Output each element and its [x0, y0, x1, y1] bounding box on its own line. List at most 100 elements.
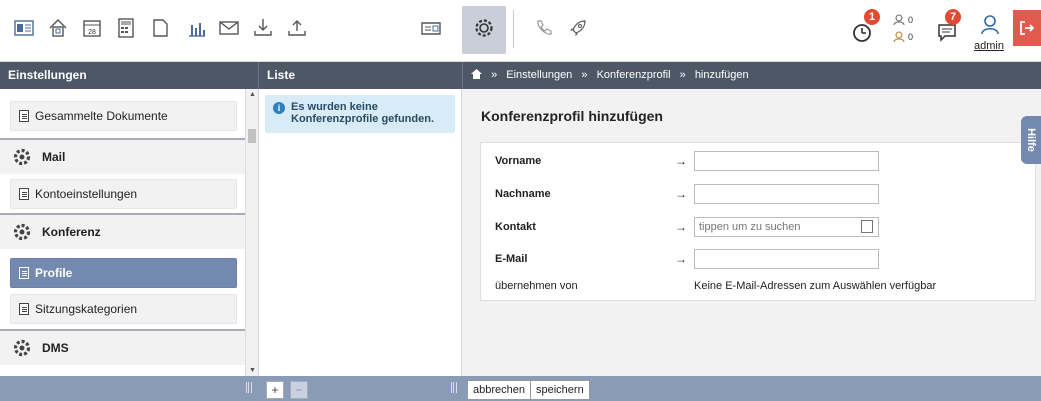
- chart-icon[interactable]: [183, 12, 211, 44]
- envelope-icon[interactable]: [215, 12, 243, 44]
- arrow-icon: →: [675, 252, 687, 266]
- sidebar-scrollbar[interactable]: ▲ ▼: [245, 89, 258, 376]
- scrollbar-thumb[interactable]: [248, 129, 256, 143]
- remove-button[interactable]: −: [290, 381, 308, 399]
- home-icon[interactable]: [471, 69, 485, 81]
- field-label: Nachname: [495, 188, 551, 200]
- help-tab[interactable]: Hilfe: [1021, 116, 1041, 164]
- form-row-kontakt: Kontakt →: [495, 217, 1025, 237]
- user-icon: [893, 14, 905, 26]
- sidebar-item-label: Gesammelte Dokumente: [35, 109, 168, 123]
- sidebar-item-gesammelte-dokumente[interactable]: Gesammelte Dokumente: [10, 101, 237, 131]
- document-icon: [19, 303, 29, 315]
- page-title: Konferenzprofil hinzufügen: [481, 108, 663, 124]
- sidebar-section-label: DMS: [42, 341, 69, 355]
- logout-button[interactable]: [1013, 10, 1041, 46]
- nachname-input[interactable]: [694, 184, 879, 204]
- download-icon[interactable]: [249, 12, 277, 44]
- email-input[interactable]: [694, 249, 879, 269]
- save-button[interactable]: speichern: [530, 380, 590, 400]
- logout-icon: [1020, 21, 1035, 35]
- gear-icon: [13, 339, 31, 357]
- uebernehmen-value: Keine E-Mail-Adressen zum Auswählen verf…: [694, 280, 937, 292]
- toolbar-separator: [513, 10, 514, 48]
- contact-search-input[interactable]: [694, 217, 879, 237]
- card-icon[interactable]: [417, 12, 445, 44]
- list-panel: i Es wurden keine Konferenzprofile gefun…: [258, 89, 462, 376]
- field-label: übernehmen von: [495, 280, 578, 292]
- form-panel: Konferenzprofil hinzufügen Vorname → Nac…: [462, 89, 1041, 376]
- timer-badge: 1: [864, 9, 880, 25]
- scroll-up-icon[interactable]: ▲: [249, 91, 256, 98]
- sidebar-section-konferenz[interactable]: Konferenz: [0, 213, 245, 249]
- form-row-email: E-Mail →: [495, 249, 1025, 269]
- home-icon[interactable]: [44, 12, 72, 44]
- form-row-nachname: Nachname →: [495, 184, 1025, 204]
- list-header: Liste: [258, 62, 462, 89]
- top-toolbar: 28 1 0 0 7 admin: [0, 0, 1041, 62]
- profile-form: Vorname → Nachname → Kontakt → E-Mail → …: [480, 142, 1036, 301]
- document-icon: [19, 267, 29, 279]
- empty-list-message: Es wurden keine Konferenzprofile gefunde…: [291, 101, 434, 125]
- messages-badge: 7: [945, 9, 961, 25]
- breadcrumb-separator: »: [679, 69, 686, 81]
- calculator-icon[interactable]: [112, 12, 140, 44]
- user-group-icon: [893, 31, 905, 43]
- field-label: Vorname: [495, 155, 542, 167]
- rocket-icon[interactable]: [564, 12, 592, 44]
- address-card-icon[interactable]: [10, 12, 38, 44]
- vorname-input[interactable]: [694, 151, 879, 171]
- contact-picker-icon[interactable]: [861, 220, 873, 233]
- bottom-action-bar: + − abbrechen speichern: [0, 376, 1041, 401]
- counter-a[interactable]: 0: [893, 14, 913, 26]
- arrow-icon: →: [675, 154, 687, 168]
- breadcrumb-settings[interactable]: Einstellungen: [506, 69, 572, 81]
- add-button[interactable]: +: [266, 381, 284, 399]
- document-icon: [19, 188, 29, 200]
- sidebar-item-label: Profile: [35, 266, 73, 280]
- counter-a-value: 0: [908, 15, 914, 25]
- upload-icon[interactable]: [283, 12, 311, 44]
- breadcrumb: » Einstellungen » Konferenzprofil » hinz…: [462, 62, 1041, 89]
- contact-search: [694, 217, 879, 237]
- document-icon: [19, 110, 29, 122]
- sidebar-item-label: Sitzungskategorien: [35, 302, 138, 316]
- sidebar-section-dms[interactable]: DMS: [0, 329, 245, 365]
- empty-list-notice: i Es wurden keine Konferenzprofile gefun…: [265, 95, 455, 133]
- settings-sidebar: Gesammelte Dokumente Mail Kontoeinstellu…: [0, 89, 245, 376]
- cancel-button[interactable]: abbrechen: [467, 380, 531, 400]
- calendar-icon[interactable]: 28: [78, 12, 106, 44]
- breadcrumb-conference-profile[interactable]: Konferenzprofil: [597, 69, 671, 81]
- settings-icon[interactable]: [470, 12, 498, 44]
- resize-grip[interactable]: [451, 382, 457, 393]
- arrow-icon: →: [675, 187, 687, 201]
- counter-b-value: 0: [908, 32, 914, 42]
- sidebar-section-mail[interactable]: Mail: [0, 138, 245, 174]
- help-tab-label: Hilfe: [1025, 128, 1037, 152]
- form-row-vorname: Vorname →: [495, 151, 1025, 171]
- gear-icon: [13, 223, 31, 241]
- form-row-uebernehmen: übernehmen von Keine E-Mail-Adressen zum…: [495, 276, 1025, 296]
- counter-b[interactable]: 0: [893, 31, 913, 43]
- settings-header: Einstellungen: [0, 62, 258, 89]
- sidebar-item-label: Kontoeinstellungen: [35, 187, 138, 201]
- sidebar-item-sitzungskategorien[interactable]: Sitzungskategorien: [10, 294, 237, 324]
- info-icon: i: [273, 102, 285, 114]
- sidebar-item-kontoeinstellungen[interactable]: Kontoeinstellungen: [10, 179, 237, 209]
- gear-icon: [13, 148, 31, 166]
- breadcrumb-separator: »: [491, 69, 498, 81]
- arrow-icon: →: [675, 220, 687, 234]
- resize-grip[interactable]: [246, 382, 252, 393]
- breadcrumb-add: hinzufügen: [694, 69, 749, 81]
- field-label: Kontakt: [495, 221, 536, 233]
- sidebar-item-profile[interactable]: Profile: [10, 258, 237, 288]
- breadcrumb-separator: »: [581, 69, 588, 81]
- sidebar-section-label: Mail: [42, 150, 66, 164]
- scroll-down-icon[interactable]: ▼: [249, 367, 256, 374]
- sidebar-section-label: Konferenz: [42, 225, 101, 239]
- field-label: E-Mail: [495, 253, 528, 265]
- user-avatar-icon[interactable]: [976, 12, 1004, 38]
- phone-icon[interactable]: [530, 12, 558, 44]
- document-icon[interactable]: [146, 12, 174, 44]
- user-name-link[interactable]: admin: [974, 40, 1004, 52]
